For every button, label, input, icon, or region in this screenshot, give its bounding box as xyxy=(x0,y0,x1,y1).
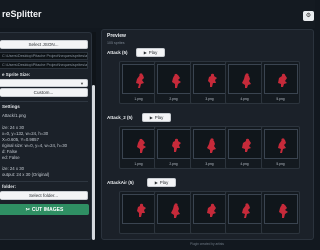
sprite-frame-card[interactable] xyxy=(119,191,158,234)
settings-line: ed: False xyxy=(2,155,20,160)
sprite-frame-card[interactable]: 5.png xyxy=(261,61,300,104)
sprite-frame-image xyxy=(157,194,191,224)
sprite-frame-image xyxy=(157,129,191,159)
sprite-character-icon xyxy=(134,138,148,159)
sprite-frame-card[interactable] xyxy=(190,191,229,234)
sprite-frame-label: 3.png xyxy=(205,97,214,101)
settings-label: Settings xyxy=(2,104,20,109)
sprite-character-icon xyxy=(240,73,254,94)
sprite-frame-image xyxy=(264,129,298,159)
output-folder-label: folder: xyxy=(2,184,16,189)
sidebar-divider xyxy=(0,181,88,182)
gear-icon: ⚙ xyxy=(305,13,312,19)
sprite-frame-image xyxy=(228,64,262,94)
select-json-button[interactable]: Select JSON... xyxy=(0,40,88,49)
sprite-frame-card[interactable]: 1.png xyxy=(119,126,158,169)
play-button[interactable]: ▶ Play xyxy=(147,178,176,187)
sprite-frame-image xyxy=(264,64,298,94)
settings-line: x=0, y=132, w=24, h=30 xyxy=(2,131,49,136)
play-label: Play xyxy=(148,50,158,55)
preview-sprite-count: 105 sprites xyxy=(107,41,125,45)
sprite-frame-card[interactable]: 5.png xyxy=(261,126,300,169)
sprite-frame-label: 4.png xyxy=(240,162,249,166)
sprite-frame-card[interactable]: 2.png xyxy=(154,126,193,169)
sprite-frame-label: 2.png xyxy=(169,162,178,166)
sprite-size-select[interactable]: ▼ xyxy=(0,79,88,87)
preview-title: Preview xyxy=(107,33,126,39)
sprite-character-icon xyxy=(134,203,148,224)
sprite-character-icon xyxy=(240,203,254,224)
app-header: reSplitter ⚙ xyxy=(0,0,315,28)
sprite-character-icon xyxy=(276,138,290,159)
cut-images-label: CUT IMAGES xyxy=(31,206,64,213)
json-path-field[interactable]: C:\Users\Desktop\Pitache Project\heques\… xyxy=(0,52,88,60)
sprite-frame-card[interactable]: 4.png xyxy=(225,61,264,104)
image-path-field[interactable]: C:\Users\Desktop\Pitache Project\heques\… xyxy=(0,61,88,69)
sidebar-scrollbar-thumb[interactable] xyxy=(92,85,95,240)
settings-line: Attack/1.png xyxy=(2,113,26,118)
cut-images-button[interactable]: ✂ CUT IMAGES xyxy=(0,204,89,215)
sprite-frame-image xyxy=(193,64,227,94)
sprite-frame-label: 5.png xyxy=(276,162,285,166)
sprite-frame-image xyxy=(157,64,191,94)
animation-group-title: Attack (5) xyxy=(107,50,128,55)
settings-line: ize: 24 x 30 xyxy=(2,125,24,130)
sprite-frame-image xyxy=(122,194,156,224)
settings-line: riginal size: w=0, y=4, w=24, h=30 xyxy=(2,143,67,148)
sprite-frame-label: 1.png xyxy=(134,162,143,166)
play-label: Play xyxy=(159,180,169,185)
custom-size-button[interactable]: Custom... xyxy=(0,88,88,97)
sprite-character-icon xyxy=(276,203,290,224)
sidebar-divider xyxy=(0,101,88,102)
footer-credit: Plugin created by artists xyxy=(190,242,225,246)
settings-line: X=0.605, Y=0.9857 xyxy=(2,137,39,142)
animation-group-title: Attack_2 (5) xyxy=(107,115,133,120)
settings-line: output: 24 x 30 (Original) xyxy=(2,172,50,177)
sprite-frame-image xyxy=(193,129,227,159)
sprite-frame-image xyxy=(228,129,262,159)
sprite-character-icon xyxy=(240,138,254,159)
play-icon: ▶ xyxy=(154,180,158,185)
play-label: Play xyxy=(154,115,164,120)
play-icon: ▶ xyxy=(143,50,147,55)
chevron-down-icon: ▼ xyxy=(80,81,84,86)
settings-button[interactable]: ⚙ xyxy=(303,11,314,21)
settings-line: ize: 24 x 30 xyxy=(2,166,24,171)
sprite-character-icon xyxy=(169,73,183,94)
sprite-character-icon xyxy=(205,203,219,224)
select-folder-button[interactable]: Select folder... xyxy=(0,191,88,200)
play-button[interactable]: ▶ Play xyxy=(142,113,171,122)
sprite-frame-label: 4.png xyxy=(240,97,249,101)
play-icon: ▶ xyxy=(149,115,153,120)
sprite-character-icon xyxy=(134,73,148,94)
sprite-frame-label: 2.png xyxy=(169,97,178,101)
sprite-frame-image xyxy=(264,194,298,224)
sprite-frame-card[interactable] xyxy=(225,191,264,234)
scissors-icon: ✂ xyxy=(25,206,30,213)
sprite-character-icon xyxy=(276,73,290,94)
sprite-size-label: e Sprite Size: xyxy=(2,72,31,77)
sprite-frame-card[interactable]: 1.png xyxy=(119,61,158,104)
sprite-frame-card[interactable] xyxy=(154,191,193,234)
sprite-frame-label: 1.png xyxy=(134,97,143,101)
sprite-frame-card[interactable]: 3.png xyxy=(190,61,229,104)
sprite-character-icon xyxy=(205,138,219,159)
play-button[interactable]: ▶ Play xyxy=(136,48,165,57)
sprite-frame-card[interactable]: 3.png xyxy=(190,126,229,169)
sprite-frame-card[interactable]: 4.png xyxy=(225,126,264,169)
sprite-frame-image xyxy=(228,194,262,224)
sprite-frame-card[interactable]: 2.png xyxy=(154,61,193,104)
sprite-frame-image xyxy=(122,64,156,94)
sprite-frame-label: 5.png xyxy=(276,97,285,101)
animation-group-title: AttackAir (5) xyxy=(107,180,134,185)
sprite-frame-label: 3.png xyxy=(205,162,214,166)
app-title: reSplitter xyxy=(2,9,42,19)
sprite-frame-image xyxy=(122,129,156,159)
sprite-frame-card[interactable] xyxy=(261,191,300,234)
settings-line: d: False xyxy=(2,149,18,154)
sprite-character-icon xyxy=(205,73,219,94)
sprite-character-icon xyxy=(169,203,183,224)
sprite-character-icon xyxy=(169,138,183,159)
sprite-frame-image xyxy=(193,194,227,224)
